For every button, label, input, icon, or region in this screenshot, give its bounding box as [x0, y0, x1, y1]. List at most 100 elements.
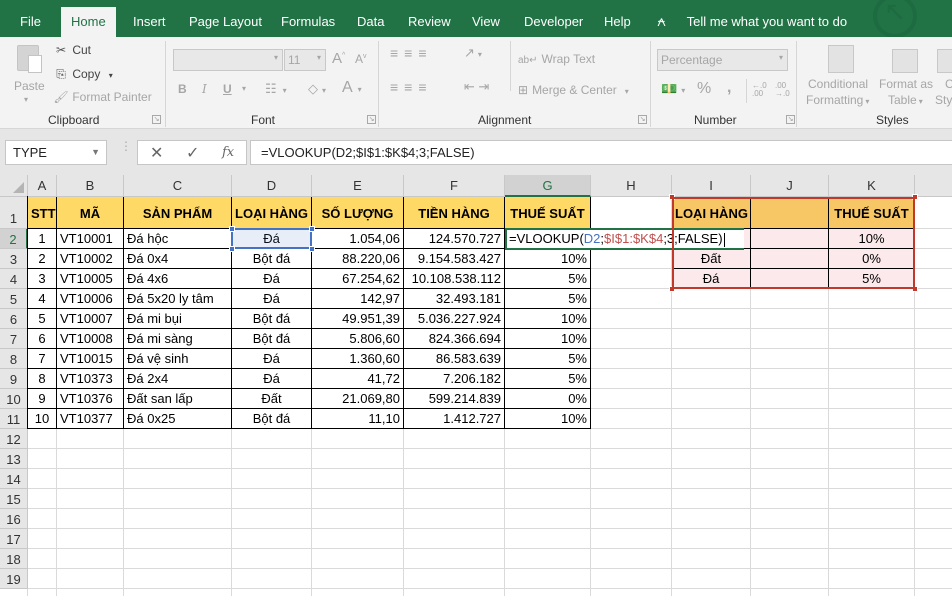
copy-button[interactable]: ⎘ Copy ▾	[53, 67, 113, 82]
tab-home[interactable]: Home	[61, 7, 116, 37]
header-cell-ma[interactable]: MÃ	[57, 197, 124, 229]
underline-dropdown-icon[interactable]: ▾	[242, 84, 246, 93]
grow-font-button[interactable]: A^	[332, 50, 345, 67]
accounting-format-button[interactable]: 💵 ▾	[661, 81, 685, 97]
table-cell-san-pham[interactable]: Đá mi sàng	[124, 329, 232, 349]
table-cell-san-pham[interactable]: Đá vệ sinh	[124, 349, 232, 369]
lookup-thue-suat-cell[interactable]: 5%	[829, 269, 915, 289]
table-cell-thue-suat[interactable]: 10%	[505, 309, 591, 329]
resize-handle[interactable]	[309, 226, 315, 232]
table-cell-thue-suat[interactable]: 10%	[505, 409, 591, 429]
borders-button[interactable]: ☷ ▾	[265, 81, 287, 97]
lookup-blank-header[interactable]	[751, 197, 829, 229]
lookup-thue-suat-header[interactable]: THUẾ SUẤT	[829, 197, 915, 229]
table-cell-san-pham[interactable]: Đá 4x6	[124, 269, 232, 289]
table-cell-loai-hang[interactable]: Đá	[232, 369, 312, 389]
header-cell-tien-hang[interactable]: TIỀN HÀNG	[404, 197, 505, 229]
table-cell-so-luong[interactable]: 5.806,60	[312, 329, 404, 349]
header-cell-thue-suat[interactable]: THUẾ SUẤT	[505, 197, 591, 229]
column-header-k[interactable]: K	[829, 175, 915, 197]
lookup-thue-suat-cell[interactable]: 10%	[829, 229, 915, 249]
tab-help[interactable]: Help	[604, 0, 631, 37]
format-as-table-button[interactable]: Format as Table ▾	[877, 43, 933, 109]
underline-button[interactable]: U	[223, 82, 232, 96]
table-cell-loai-hang[interactable]: Bột đá	[232, 309, 312, 329]
lookup-blank-cell[interactable]	[751, 269, 829, 289]
table-cell-tien-hang[interactable]: 32.493.181	[404, 289, 505, 309]
conditional-formatting-button[interactable]: Conditional Formatting ▾	[806, 43, 876, 109]
select-all-button[interactable]	[0, 175, 28, 197]
header-cell-stt[interactable]: STT	[28, 197, 57, 229]
table-cell-loai-hang[interactable]: Bột đá	[232, 409, 312, 429]
table-cell-stt[interactable]: 5	[28, 309, 57, 329]
table-cell-loai-hang[interactable]: Đất	[232, 389, 312, 409]
row-header-4[interactable]: 4	[0, 269, 28, 289]
range-resize-handle[interactable]	[669, 286, 675, 292]
table-cell-so-luong[interactable]: 1.360,60	[312, 349, 404, 369]
table-cell-so-luong[interactable]: 49.951,39	[312, 309, 404, 329]
row-header-3[interactable]: 3	[0, 249, 28, 269]
row-header-18[interactable]: 18	[0, 549, 28, 569]
table-cell-loai-hang[interactable]: Đá	[232, 349, 312, 369]
cell-styles-button[interactable]: Cell Styles	[935, 43, 952, 109]
cut-button[interactable]: ✂ Cut	[53, 43, 91, 57]
table-cell-ma[interactable]: VT10015	[57, 349, 124, 369]
row-header-6[interactable]: 6	[0, 309, 28, 329]
font-color-button[interactable]: A ▾	[342, 79, 362, 97]
vertical-align-buttons[interactable]: ≡≡≡	[390, 45, 433, 61]
table-cell-stt[interactable]: 7	[28, 349, 57, 369]
table-cell-san-pham[interactable]: Đất san lấp	[124, 389, 232, 409]
tab-page-layout[interactable]: Page Layout	[189, 0, 262, 37]
increase-decimal-button[interactable]: ←.0 .00	[752, 82, 770, 98]
name-box[interactable]: TYPE ▼	[5, 140, 107, 165]
table-cell-stt[interactable]: 2	[28, 249, 57, 269]
column-header-d[interactable]: D	[232, 175, 312, 197]
table-cell-so-luong[interactable]: 142,97	[312, 289, 404, 309]
table-cell-ma[interactable]: VT10006	[57, 289, 124, 309]
shrink-font-button[interactable]: Av	[355, 52, 367, 66]
tab-review[interactable]: Review	[408, 0, 451, 37]
row-header-12[interactable]: 12	[0, 429, 28, 449]
column-header-c[interactable]: C	[124, 175, 232, 197]
table-cell-thue-suat[interactable]: 10%	[505, 249, 591, 269]
table-cell-so-luong[interactable]: 41,72	[312, 369, 404, 389]
lookup-loai-hang-header[interactable]: LOẠI HÀNG	[672, 197, 751, 229]
table-cell-so-luong[interactable]: 11,10	[312, 409, 404, 429]
column-header-j[interactable]: J	[751, 175, 829, 197]
table-cell-thue-suat[interactable]: 5%	[505, 289, 591, 309]
row-header-10[interactable]: 10	[0, 389, 28, 409]
table-cell-tien-hang[interactable]: 86.583.639	[404, 349, 505, 369]
column-header-a[interactable]: A	[28, 175, 57, 197]
chevron-down-icon[interactable]: ▼	[91, 141, 100, 164]
table-cell-tien-hang[interactable]: 10.108.538.112	[404, 269, 505, 289]
table-cell-san-pham[interactable]: Đá mi bụi	[124, 309, 232, 329]
table-cell-stt[interactable]: 8	[28, 369, 57, 389]
table-cell-loai-hang[interactable]: Đá	[232, 269, 312, 289]
number-dialog-launcher[interactable]: ↘	[786, 115, 795, 124]
resize-handle[interactable]	[309, 246, 315, 252]
row-header-19[interactable]: 19	[0, 569, 28, 589]
table-cell-san-pham[interactable]: Đá 0x4	[124, 249, 232, 269]
tab-developer[interactable]: Developer	[524, 0, 583, 37]
indent-buttons[interactable]: ⇤ ⇥	[464, 79, 489, 95]
table-cell-thue-suat[interactable]: 10%	[505, 329, 591, 349]
table-cell-stt[interactable]: 9	[28, 389, 57, 409]
lookup-blank-cell[interactable]	[751, 249, 829, 269]
row-header-16[interactable]: 16	[0, 509, 28, 529]
percent-style-button[interactable]: %	[697, 80, 711, 98]
alignment-dialog-launcher[interactable]: ↘	[638, 115, 647, 124]
row-header-8[interactable]: 8	[0, 349, 28, 369]
table-cell-stt[interactable]: 10	[28, 409, 57, 429]
column-header-e[interactable]: E	[312, 175, 404, 197]
fill-color-button[interactable]: ◇ ▾	[308, 81, 326, 97]
table-cell-ma[interactable]: VT10377	[57, 409, 124, 429]
column-header-l[interactable]: L	[915, 175, 952, 197]
tell-me-search[interactable]: ⍲ Tell me what you want to do	[657, 0, 847, 37]
table-cell-ma[interactable]: VT10002	[57, 249, 124, 269]
table-cell-loai-hang[interactable]: Bột đá	[232, 249, 312, 269]
column-header-h[interactable]: H	[591, 175, 672, 197]
column-header-b[interactable]: B	[57, 175, 124, 197]
table-cell-loai-hang[interactable]: Đá	[232, 289, 312, 309]
table-cell-loai-hang[interactable]: Bột đá	[232, 329, 312, 349]
tab-file[interactable]: File	[20, 0, 41, 37]
